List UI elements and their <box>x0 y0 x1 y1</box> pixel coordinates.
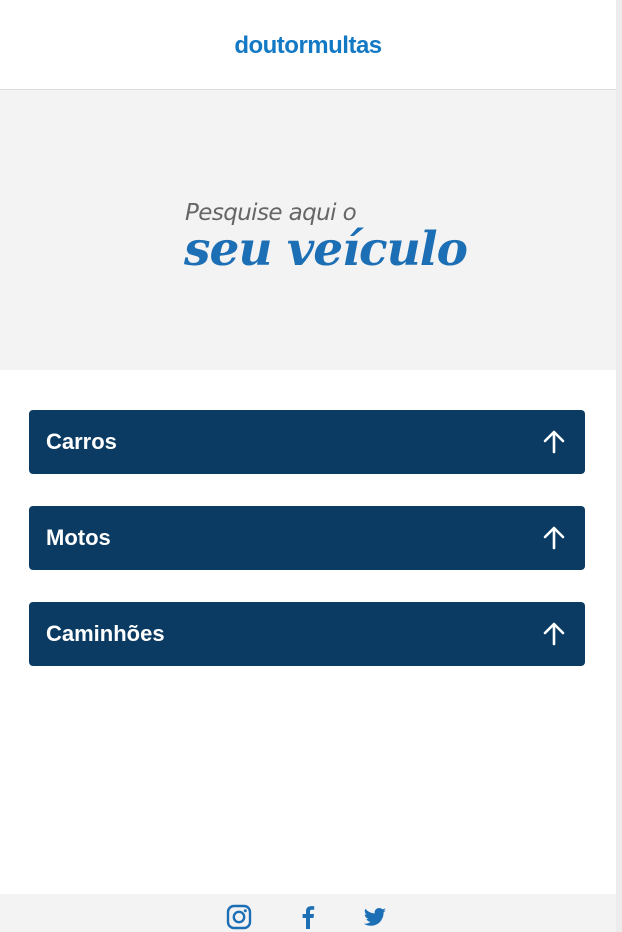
scrollbar[interactable] <box>616 0 622 932</box>
hero-banner: Pesquise aqui o seu veículo <box>0 90 616 370</box>
site-header: doutormultas <box>0 0 616 90</box>
doutormultas-logo[interactable]: doutormultas <box>234 32 382 60</box>
category-button-motos[interactable]: Motos <box>29 506 585 570</box>
site-footer <box>0 894 616 932</box>
arrow-up-icon <box>543 430 565 454</box>
category-label: Motos <box>46 525 111 550</box>
category-label: Carros <box>46 429 117 454</box>
arrow-up-icon <box>543 622 565 646</box>
arrow-up-icon <box>543 526 565 550</box>
instagram-icon[interactable] <box>226 904 252 930</box>
category-button-caminhoes[interactable]: Caminhões <box>29 602 585 666</box>
twitter-icon[interactable] <box>362 904 388 930</box>
category-button-carros[interactable]: Carros <box>29 410 585 474</box>
hero-title: seu veículo <box>184 222 468 277</box>
facebook-icon[interactable] <box>295 904 321 930</box>
page: doutormultas Pesquise aqui o seu veículo… <box>0 0 622 932</box>
category-label: Caminhões <box>46 621 165 646</box>
vehicle-category-list: Carros Motos Caminhões <box>0 370 616 894</box>
